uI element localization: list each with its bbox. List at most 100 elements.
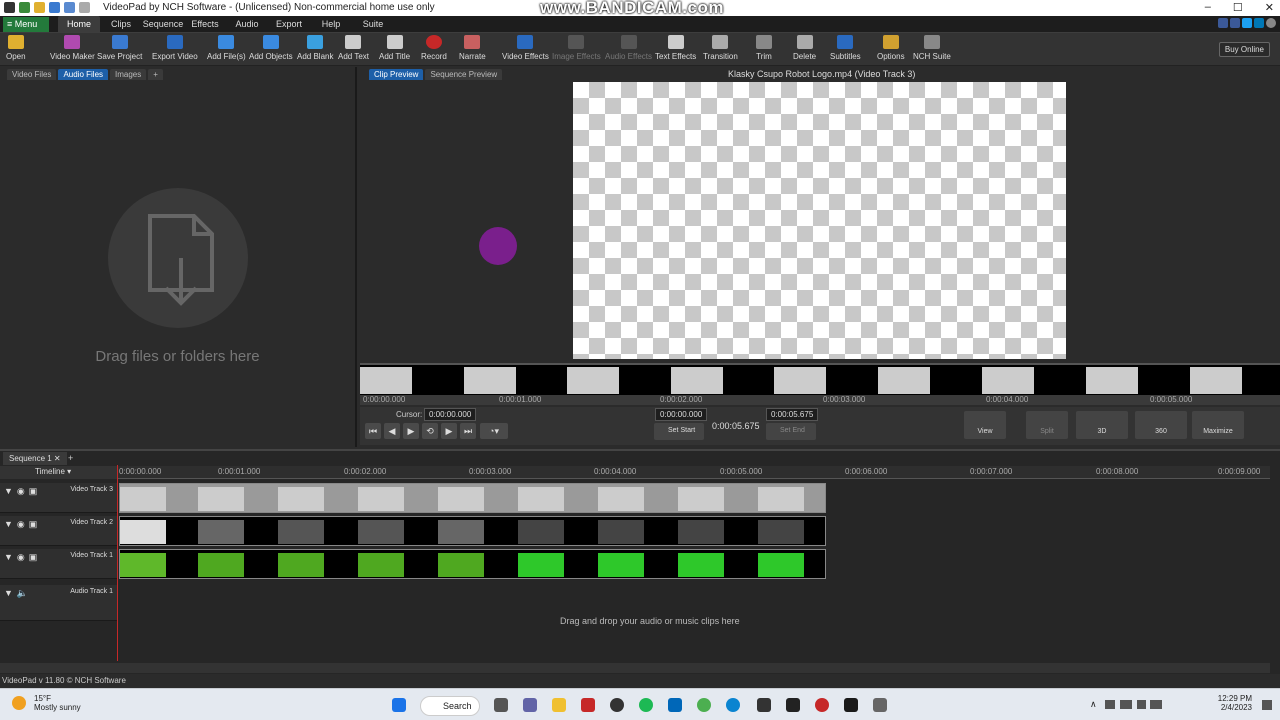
play-button[interactable]: ▶ [403, 423, 419, 439]
battery-icon[interactable] [1150, 700, 1162, 709]
task-view-icon[interactable] [494, 698, 508, 712]
options-button[interactable]: Options [877, 35, 905, 61]
timeline-playhead[interactable] [117, 465, 118, 661]
weather-widget[interactable]: 15°F Mostly sunny [12, 694, 81, 712]
tab-clip-preview[interactable]: Clip Preview [369, 69, 424, 80]
linkedin-icon[interactable] [1254, 18, 1264, 28]
split-button[interactable]: Split [1026, 411, 1068, 439]
video-maker-button[interactable]: Video Maker [50, 35, 95, 61]
dell-icon[interactable] [610, 698, 624, 712]
settings-icon[interactable] [873, 698, 887, 712]
trim-button[interactable]: Trim [756, 35, 772, 61]
collapse-icon[interactable]: ▼ [4, 519, 13, 530]
help-icon[interactable] [1266, 18, 1276, 28]
system-clock[interactable]: 12:29 PM 2/4/2023 [1218, 694, 1252, 712]
cursor-time-field[interactable]: 0:00:00.000 [424, 408, 477, 421]
save-icon[interactable] [49, 2, 60, 13]
audio-effects-button[interactable]: Audio Effects [605, 35, 652, 61]
video-effects-button[interactable]: Video Effects [502, 35, 549, 61]
tray-overflow-icon[interactable]: ∧ [1090, 699, 1097, 710]
subtitles-button[interactable]: Subtitles [830, 35, 861, 61]
bandicam-icon[interactable] [815, 698, 829, 712]
add-sequence-button[interactable]: + [68, 453, 73, 463]
volume-icon[interactable] [1137, 700, 1146, 709]
view-button[interactable]: View [964, 411, 1006, 439]
tab-audio-files[interactable]: Audio Files [58, 69, 109, 80]
loop-button[interactable]: ⟲ [422, 423, 438, 439]
nch-suite-button[interactable]: NCH Suite [913, 35, 951, 61]
app-icon[interactable] [757, 698, 771, 712]
transition-button[interactable]: Transition [703, 35, 738, 61]
like-icon[interactable] [1218, 18, 1228, 28]
skip-start-button[interactable]: ⏮ [365, 423, 381, 439]
start-icon[interactable] [392, 698, 406, 712]
notification-icon[interactable] [1262, 700, 1272, 710]
maximize-preview-button[interactable]: Maximize [1192, 411, 1244, 439]
skip-end-button[interactable]: ⏭ [460, 423, 476, 439]
clip-time-ruler[interactable]: 0:00:00.000 0:00:01.000 0:00:02.000 0:00… [360, 395, 1280, 405]
step-back-button[interactable]: ◀ [384, 423, 400, 439]
speaker-icon[interactable]: 🔈 [17, 588, 28, 599]
tab-audio[interactable]: Audio [226, 16, 268, 32]
clip-video-track-2[interactable] [119, 516, 826, 546]
eye-icon[interactable]: ◉ [17, 486, 25, 497]
minimize-button[interactable]: – [1205, 1, 1211, 14]
sequence-tab[interactable]: Sequence 1 ✕ [3, 452, 67, 465]
collapse-icon[interactable]: ▼ [4, 486, 13, 497]
wifi-icon[interactable] [1120, 700, 1132, 709]
taskbar-search[interactable]: Search [420, 696, 480, 716]
set-start-button[interactable]: Set Start [654, 423, 704, 440]
add-bin-tab-button[interactable]: + [148, 69, 163, 80]
main-menu-button[interactable]: ≡ Menu [3, 17, 49, 32]
end-time-field[interactable]: 0:00:05.675 [766, 408, 819, 421]
tab-export[interactable]: Export [268, 16, 310, 32]
step-forward-button[interactable]: ▶ [441, 423, 457, 439]
maximize-button[interactable]: ☐ [1233, 1, 1243, 14]
edge-icon[interactable] [726, 698, 740, 712]
tab-effects[interactable]: Effects [184, 16, 226, 32]
tab-home[interactable]: Home [58, 16, 100, 32]
videopad-icon[interactable] [844, 698, 858, 712]
narrate-button[interactable]: Narrate [459, 35, 486, 61]
save-project-button[interactable]: Save Project [97, 35, 142, 61]
record-button[interactable]: Record [421, 35, 447, 61]
chrome-icon[interactable] [697, 698, 711, 712]
tab-help[interactable]: Help [310, 16, 352, 32]
add-blank-button[interactable]: Add Blank [297, 35, 333, 61]
twitter-icon[interactable] [1242, 18, 1252, 28]
start-time-field[interactable]: 0:00:00.000 [655, 408, 708, 421]
3d-button[interactable]: 3D [1076, 411, 1128, 439]
undo-icon[interactable] [64, 2, 75, 13]
store-icon[interactable] [668, 698, 682, 712]
drop-zone[interactable] [108, 188, 248, 328]
timeline-ruler[interactable]: 0:00:00.000 0:00:01.000 0:00:02.000 0:00… [117, 466, 1270, 479]
chat-icon[interactable] [523, 698, 537, 712]
add-title-button[interactable]: Add Title [379, 35, 410, 61]
track-header-video-2[interactable]: ▼ ◉ ▣ Video Track 2 [0, 516, 117, 546]
eye-icon[interactable]: ◉ [17, 519, 25, 530]
tab-sequence[interactable]: Sequence [142, 16, 184, 32]
redo-icon[interactable] [79, 2, 90, 13]
image-effects-button[interactable]: Image Effects [552, 35, 601, 61]
film-icon[interactable]: ▣ [29, 486, 38, 497]
preview-canvas[interactable] [573, 82, 1066, 359]
tab-clips[interactable]: Clips [100, 16, 142, 32]
buy-online-button[interactable]: Buy Online [1218, 42, 1270, 57]
app-icon[interactable] [786, 698, 800, 712]
add-objects-button[interactable]: Add Objects [249, 35, 293, 61]
tab-images[interactable]: Images [110, 69, 147, 80]
speed-dropdown[interactable]: ◔▾ [480, 423, 508, 439]
file-explorer-icon[interactable] [552, 698, 566, 712]
text-effects-button[interactable]: Text Effects [655, 35, 696, 61]
mcafee-icon[interactable] [581, 698, 595, 712]
new-icon[interactable] [19, 2, 30, 13]
facebook-icon[interactable] [1230, 18, 1240, 28]
eye-icon[interactable]: ◉ [17, 552, 25, 563]
track-header-audio-1[interactable]: ▼ 🔈 Audio Track 1 [0, 585, 117, 621]
spotify-icon[interactable] [639, 698, 653, 712]
film-icon[interactable]: ▣ [29, 552, 38, 563]
tab-video-files[interactable]: Video Files [7, 69, 57, 80]
track-header-video-1[interactable]: ▼ ◉ ▣ Video Track 1 [0, 549, 117, 579]
track-header-video-3[interactable]: ▼ ◉ ▣ Video Track 3 [0, 483, 117, 513]
close-button[interactable]: ✕ [1265, 1, 1274, 14]
